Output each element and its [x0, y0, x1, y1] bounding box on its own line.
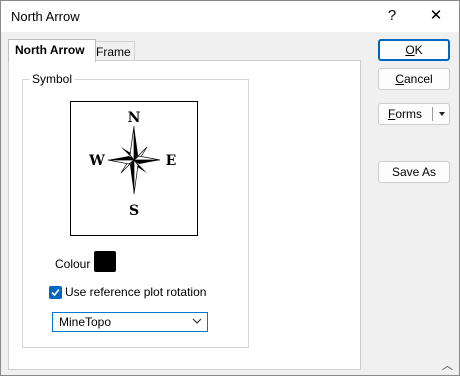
colour-label: Colour [55, 257, 91, 271]
ok-button[interactable]: OK [378, 39, 450, 61]
compass-e-label: E [166, 153, 177, 169]
symbol-group: Symbol N S E W Colour Use reference plot… [22, 72, 249, 348]
north-arrow-symbol-icon: N S E W [88, 110, 177, 219]
symbol-group-label: Symbol [29, 72, 76, 86]
symbol-preview[interactable]: N S E W [70, 101, 198, 236]
help-button[interactable]: ? [378, 5, 406, 27]
reference-plot-select[interactable]: MineTopo [52, 312, 208, 332]
reference-plot-value: MineTopo [59, 315, 112, 329]
save-as-button[interactable]: Save As [378, 161, 450, 183]
checkmark-icon [51, 288, 60, 297]
resize-grip-icon[interactable]: ︿ [442, 357, 453, 373]
compass-s-label: S [129, 203, 139, 219]
close-button[interactable]: ✕ [422, 5, 450, 27]
dropdown-arrow-icon[interactable] [436, 104, 448, 124]
chevron-down-icon [192, 318, 202, 324]
window-title: North Arrow [11, 9, 80, 24]
forms-button-label: Forms [387, 107, 422, 121]
reference-rotation-checkbox[interactable] [49, 286, 62, 299]
compass-n-label: N [128, 110, 141, 126]
tab-panel: Symbol N S E W Colour Use reference plot… [8, 60, 361, 370]
compass-w-label: W [88, 153, 105, 169]
forms-divider [432, 107, 433, 121]
tab-north-arrow[interactable]: North Arrow [8, 39, 96, 62]
reference-rotation-label[interactable]: Use reference plot rotation [65, 285, 206, 299]
cancel-button-label: Cancel [395, 72, 433, 86]
dialog-window: North Arrow ? ✕ North Arrow Frame Symbol [0, 0, 460, 376]
cancel-button[interactable]: Cancel [378, 68, 450, 90]
title-bar: North Arrow ? ✕ [1, 1, 459, 32]
forms-button[interactable]: Forms [378, 103, 450, 125]
colour-swatch[interactable] [94, 251, 116, 272]
